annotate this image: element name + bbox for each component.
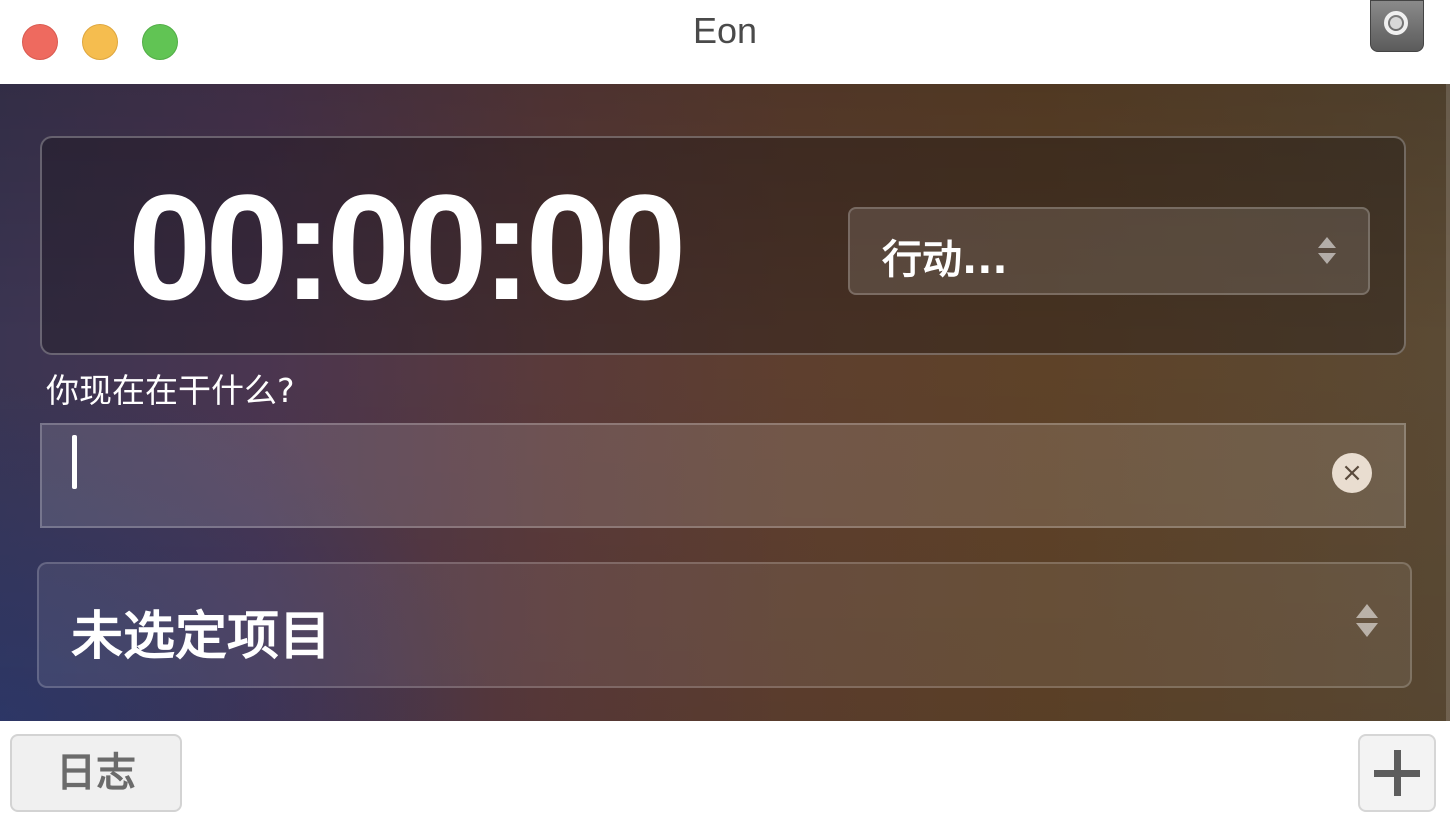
action-select-value: 行动... — [882, 237, 1008, 283]
log-button[interactable]: 日志 — [10, 734, 182, 812]
footer-bar: 日志 — [0, 721, 1450, 820]
window-edge — [1446, 84, 1450, 721]
up-down-arrows-icon — [1318, 237, 1336, 264]
timer-box: 00:00:00 行动... — [40, 136, 1406, 355]
elapsed-time: 00:00:00 — [128, 163, 686, 331]
activity-prompt: 你现在在干什么? — [46, 371, 295, 410]
activity-input[interactable]: × — [40, 423, 1406, 528]
project-select-value: 未选定项目 — [71, 607, 332, 667]
timer-panel: 00:00:00 行动... 你现在在干什么? × 未选定项目 — [0, 84, 1450, 721]
clear-icon[interactable]: × — [1332, 453, 1372, 493]
project-select[interactable]: 未选定项目 — [37, 562, 1412, 688]
add-button[interactable] — [1358, 734, 1436, 812]
action-select[interactable]: 行动... — [848, 207, 1370, 295]
title-bar: Eon — [0, 0, 1450, 84]
up-down-arrows-icon — [1356, 604, 1378, 637]
window-title: Eon — [692, 10, 758, 51]
record-button[interactable] — [1370, 0, 1424, 52]
text-cursor — [72, 435, 77, 489]
